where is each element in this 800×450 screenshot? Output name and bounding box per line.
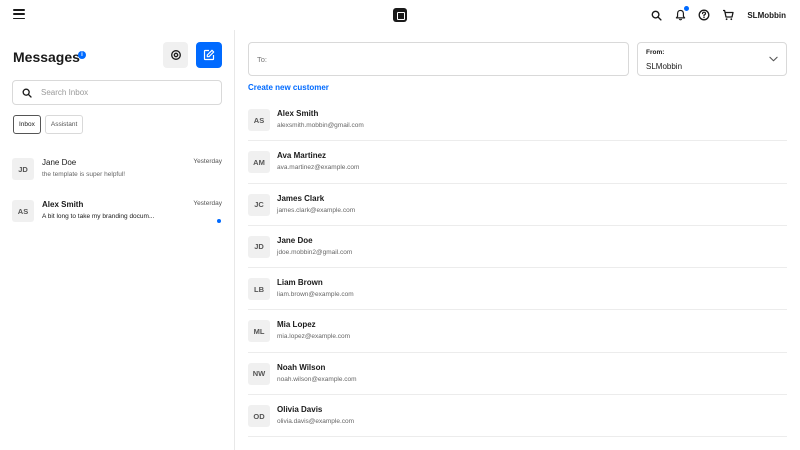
compose-panel: To: From: SLMobbin Create new customer A… [235,30,800,450]
avatar: AS [248,109,270,131]
conversation-name: Jane Doe [42,158,77,167]
customer-name: Alex Smith [277,109,319,118]
chevron-down-icon [769,56,778,62]
search-input[interactable] [41,88,201,97]
customer-email: james.clark@example.com [277,206,356,214]
search-icon [22,88,32,98]
top-bar: SLMobbin [0,0,800,30]
recipient-input[interactable] [269,54,628,64]
notification-dot [684,6,690,11]
customer-email: noah.wilson@example.com [277,375,357,383]
search-inbox-field[interactable] [12,80,222,105]
to-label: To: [257,54,268,64]
conversation-time: Yesterday [193,200,222,207]
customer-row[interactable]: JC James Clark james.clark@example.com [248,184,787,226]
compose-button[interactable] [196,42,222,68]
bell-icon[interactable] [673,6,690,22]
customer-email: mia.lopez@example.com [277,333,351,341]
conversation-item[interactable]: JD Jane Doe the template is super helpfu… [0,153,234,193]
top-actions: SLMobbin [649,6,786,23]
avatar: JD [248,235,270,258]
menu-icon[interactable] [13,9,25,20]
customer-row[interactable]: JD Jane Doe jdoe.mobbin2@gmail.com [248,226,787,269]
customer-name: Olivia Davis [277,405,323,415]
messages-sidebar: Messages i Inbox Assistant JD Jane Doe t… [0,30,235,450]
customer-name: Mia Lopez [277,320,316,330]
account-name[interactable]: SLMobbin [747,11,786,20]
page-title: Messages [13,49,80,65]
customer-email: jdoe.mobbin2@gmail.com [277,248,353,256]
customer-row[interactable]: OD Olivia Davis olivia.davis@example.com [248,395,787,438]
conversation-name: Alex Smith [42,200,84,209]
customer-name: Noah Wilson [277,362,326,372]
square-logo-icon[interactable] [393,8,407,22]
customer-row[interactable]: ML Mia Lopez mia.lopez@example.com [248,310,787,353]
conversation-preview: the template is super helpful! [42,171,126,178]
customer-name: Ava Martinez [277,151,327,161]
create-customer-link[interactable]: Create new customer [248,83,329,92]
avatar: JD [12,158,34,180]
conversation-preview: A bit long to take my branding docum... [42,213,155,220]
customer-row[interactable]: NW Noah Wilson noah.wilson@example.com [248,353,787,396]
avatar: AS [12,200,34,222]
info-icon[interactable]: i [78,51,86,59]
tab-inbox[interactable]: Inbox [13,115,41,134]
tab-assistant[interactable]: Assistant [44,115,84,134]
customer-email: liam.brown@example.com [277,291,354,299]
customer-email: olivia.davis@example.com [277,418,355,426]
from-select[interactable]: From: SLMobbin [637,42,787,76]
avatar: NW [248,362,270,385]
customer-name: Liam Brown [277,278,323,288]
customer-row[interactable]: AS Alex Smith alexsmith.mobbin@gmail.com [248,99,787,142]
help-icon[interactable] [697,8,711,22]
customer-email: alexsmith.mobbin@gmail.com [277,122,364,129]
gear-icon [170,50,181,60]
search-icon[interactable] [649,8,663,22]
from-value: SLMobbin [646,62,683,71]
conversation-item[interactable]: AS Alex Smith A bit long to take my bran… [0,195,234,235]
recipient-field[interactable]: To: [248,42,629,76]
customer-row[interactable]: LB Liam Brown liam.brown@example.com [248,268,787,311]
customer-list: AS Alex Smith alexsmith.mobbin@gmail.com… [248,99,787,438]
inbox-filter-tabs: Inbox Assistant [13,115,84,134]
customer-name: Jane Doe [277,235,313,245]
avatar: OD [248,405,270,428]
compose-icon [203,49,215,61]
avatar: AM [248,151,270,174]
avatar: LB [248,278,270,301]
avatar: ML [248,320,270,343]
customer-email: ava.martinez@example.com [277,164,360,172]
conversation-time: Yesterday [193,158,222,165]
unread-indicator [217,219,221,223]
settings-button[interactable] [163,42,188,68]
cart-icon[interactable] [721,8,735,22]
customer-name: James Clark [277,193,325,203]
avatar: JC [248,193,270,216]
from-label: From: [646,49,665,56]
customer-row[interactable]: AM Ava Martinez ava.martinez@example.com [248,141,787,184]
